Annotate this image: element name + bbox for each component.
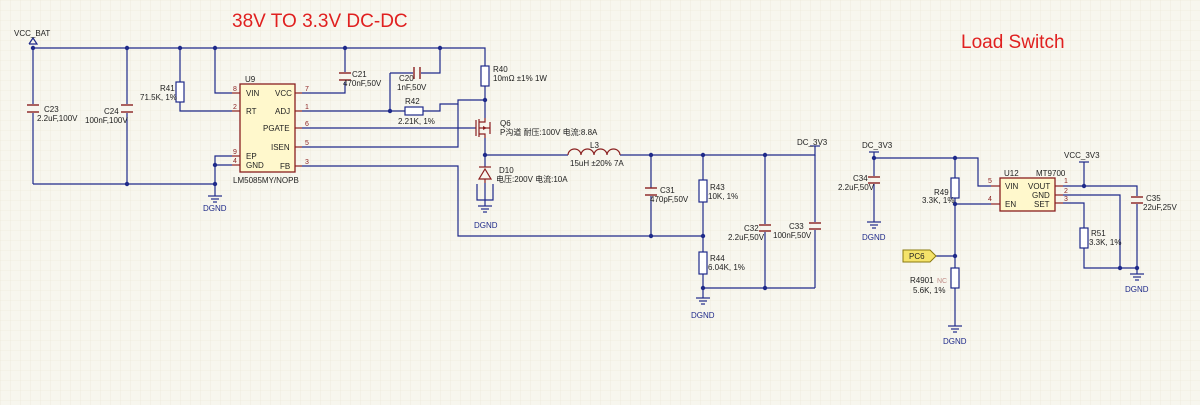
svg-text:4: 4 <box>988 196 992 203</box>
svg-text:VCC_BAT: VCC_BAT <box>14 29 50 38</box>
svg-text:22uF,25V: 22uF,25V <box>1143 203 1177 212</box>
svg-text:EP: EP <box>246 152 257 161</box>
svg-text:RT: RT <box>246 107 257 116</box>
svg-text:C35: C35 <box>1146 194 1161 203</box>
svg-text:5: 5 <box>305 140 309 147</box>
svg-text:DGND: DGND <box>1125 285 1149 294</box>
schematic-canvas: 38V TO 3.3V DC-DC Load Switch VCC_BAT C2… <box>0 0 1200 405</box>
svg-text:2.21K, 1%: 2.21K, 1% <box>398 117 435 126</box>
svg-text:5: 5 <box>988 178 992 185</box>
svg-text:C21: C21 <box>352 70 367 79</box>
svg-text:VIN: VIN <box>246 89 260 98</box>
svg-text:2.2uF,50V: 2.2uF,50V <box>728 233 765 242</box>
svg-text:3: 3 <box>305 159 309 166</box>
pc6-net-label: PC6 <box>902 249 937 263</box>
svg-text:10K, 1%: 10K, 1% <box>708 192 738 201</box>
svg-text:C20: C20 <box>399 74 414 83</box>
svg-text:100nF,100V: 100nF,100V <box>85 116 128 125</box>
svg-text:SET: SET <box>1034 200 1050 209</box>
svg-text:DGND: DGND <box>203 204 227 213</box>
dcdc-title: 38V TO 3.3V DC-DC <box>232 11 408 32</box>
svg-text:7: 7 <box>305 86 309 93</box>
svg-text:3.3K, 1%: 3.3K, 1% <box>1089 238 1121 247</box>
svg-text:5.6K, 1%: 5.6K, 1% <box>913 286 945 295</box>
svg-text:DGND: DGND <box>474 221 498 230</box>
svg-text:DC_3V3: DC_3V3 <box>797 138 828 147</box>
dc-3v3-output-port: DC_3V3 <box>797 138 828 147</box>
svg-text:DC_3V3: DC_3V3 <box>862 141 893 150</box>
svg-text:D10: D10 <box>499 166 514 175</box>
svg-text:VCC_3V3: VCC_3V3 <box>1064 151 1100 160</box>
svg-text:4: 4 <box>233 158 237 165</box>
svg-text:NC: NC <box>937 278 947 285</box>
svg-text:L3: L3 <box>590 141 599 150</box>
svg-text:VIN: VIN <box>1005 182 1019 191</box>
svg-text:C24: C24 <box>104 107 119 116</box>
svg-text:电压:200V 电流:10A: 电压:200V 电流:10A <box>496 174 568 184</box>
svg-text:15uH ±20% 7A: 15uH ±20% 7A <box>570 159 624 168</box>
svg-text:C23: C23 <box>44 105 59 114</box>
svg-text:C33: C33 <box>789 222 804 231</box>
svg-text:MT9700: MT9700 <box>1036 169 1066 178</box>
svg-text:R43: R43 <box>710 183 725 192</box>
svg-text:DGND: DGND <box>943 337 967 346</box>
svg-text:U12: U12 <box>1004 169 1019 178</box>
svg-text:P沟道 耐压:100V 电流:8.8A: P沟道 耐压:100V 电流:8.8A <box>500 127 598 137</box>
svg-text:R42: R42 <box>405 97 420 106</box>
svg-text:PC6: PC6 <box>909 252 925 261</box>
svg-text:10mΩ ±1% 1W: 10mΩ ±1% 1W <box>493 74 547 83</box>
svg-text:C34: C34 <box>853 174 868 183</box>
svg-text:VOUT: VOUT <box>1028 182 1050 191</box>
svg-text:LM5085MY/NOPB: LM5085MY/NOPB <box>233 176 299 185</box>
svg-text:GND: GND <box>1032 191 1050 200</box>
svg-text:2.2uF,100V: 2.2uF,100V <box>37 114 78 123</box>
svg-text:470pF,50V: 470pF,50V <box>650 195 689 204</box>
svg-text:8: 8 <box>233 86 237 93</box>
svg-text:3: 3 <box>1064 196 1068 203</box>
svg-text:C31: C31 <box>660 186 675 195</box>
svg-text:R4901: R4901 <box>910 276 934 285</box>
svg-text:2.2uF,50V: 2.2uF,50V <box>838 183 875 192</box>
svg-text:DGND: DGND <box>691 311 715 320</box>
svg-text:Q6: Q6 <box>500 119 511 128</box>
svg-text:PGATE: PGATE <box>263 124 290 133</box>
svg-text:71.5K, 1%: 71.5K, 1% <box>140 93 177 102</box>
svg-text:470nF,50V: 470nF,50V <box>343 79 382 88</box>
svg-text:9: 9 <box>233 149 237 156</box>
svg-text:3.3K, 1%: 3.3K, 1% <box>922 196 954 205</box>
svg-text:R41: R41 <box>160 84 175 93</box>
svg-text:1: 1 <box>305 104 309 111</box>
svg-text:ISEN: ISEN <box>271 143 290 152</box>
svg-text:C32: C32 <box>744 224 759 233</box>
svg-text:R44: R44 <box>710 254 725 263</box>
svg-text:GND: GND <box>246 161 264 170</box>
svg-text:6: 6 <box>305 121 309 128</box>
svg-text:EN: EN <box>1005 200 1016 209</box>
load-switch-title: Load Switch <box>961 32 1065 53</box>
svg-text:ADJ: ADJ <box>275 107 290 116</box>
svg-text:DGND: DGND <box>862 233 886 242</box>
svg-text:1: 1 <box>1064 178 1068 185</box>
svg-text:6.04K, 1%: 6.04K, 1% <box>708 263 745 272</box>
svg-text:VCC: VCC <box>275 89 292 98</box>
svg-text:U9: U9 <box>245 75 256 84</box>
svg-text:2: 2 <box>233 104 237 111</box>
svg-text:1nF,50V: 1nF,50V <box>397 83 427 92</box>
svg-text:2: 2 <box>1064 188 1068 195</box>
svg-text:R40: R40 <box>493 65 508 74</box>
svg-text:100nF,50V: 100nF,50V <box>773 231 812 240</box>
svg-text:FB: FB <box>280 162 290 171</box>
svg-text:R51: R51 <box>1091 229 1106 238</box>
